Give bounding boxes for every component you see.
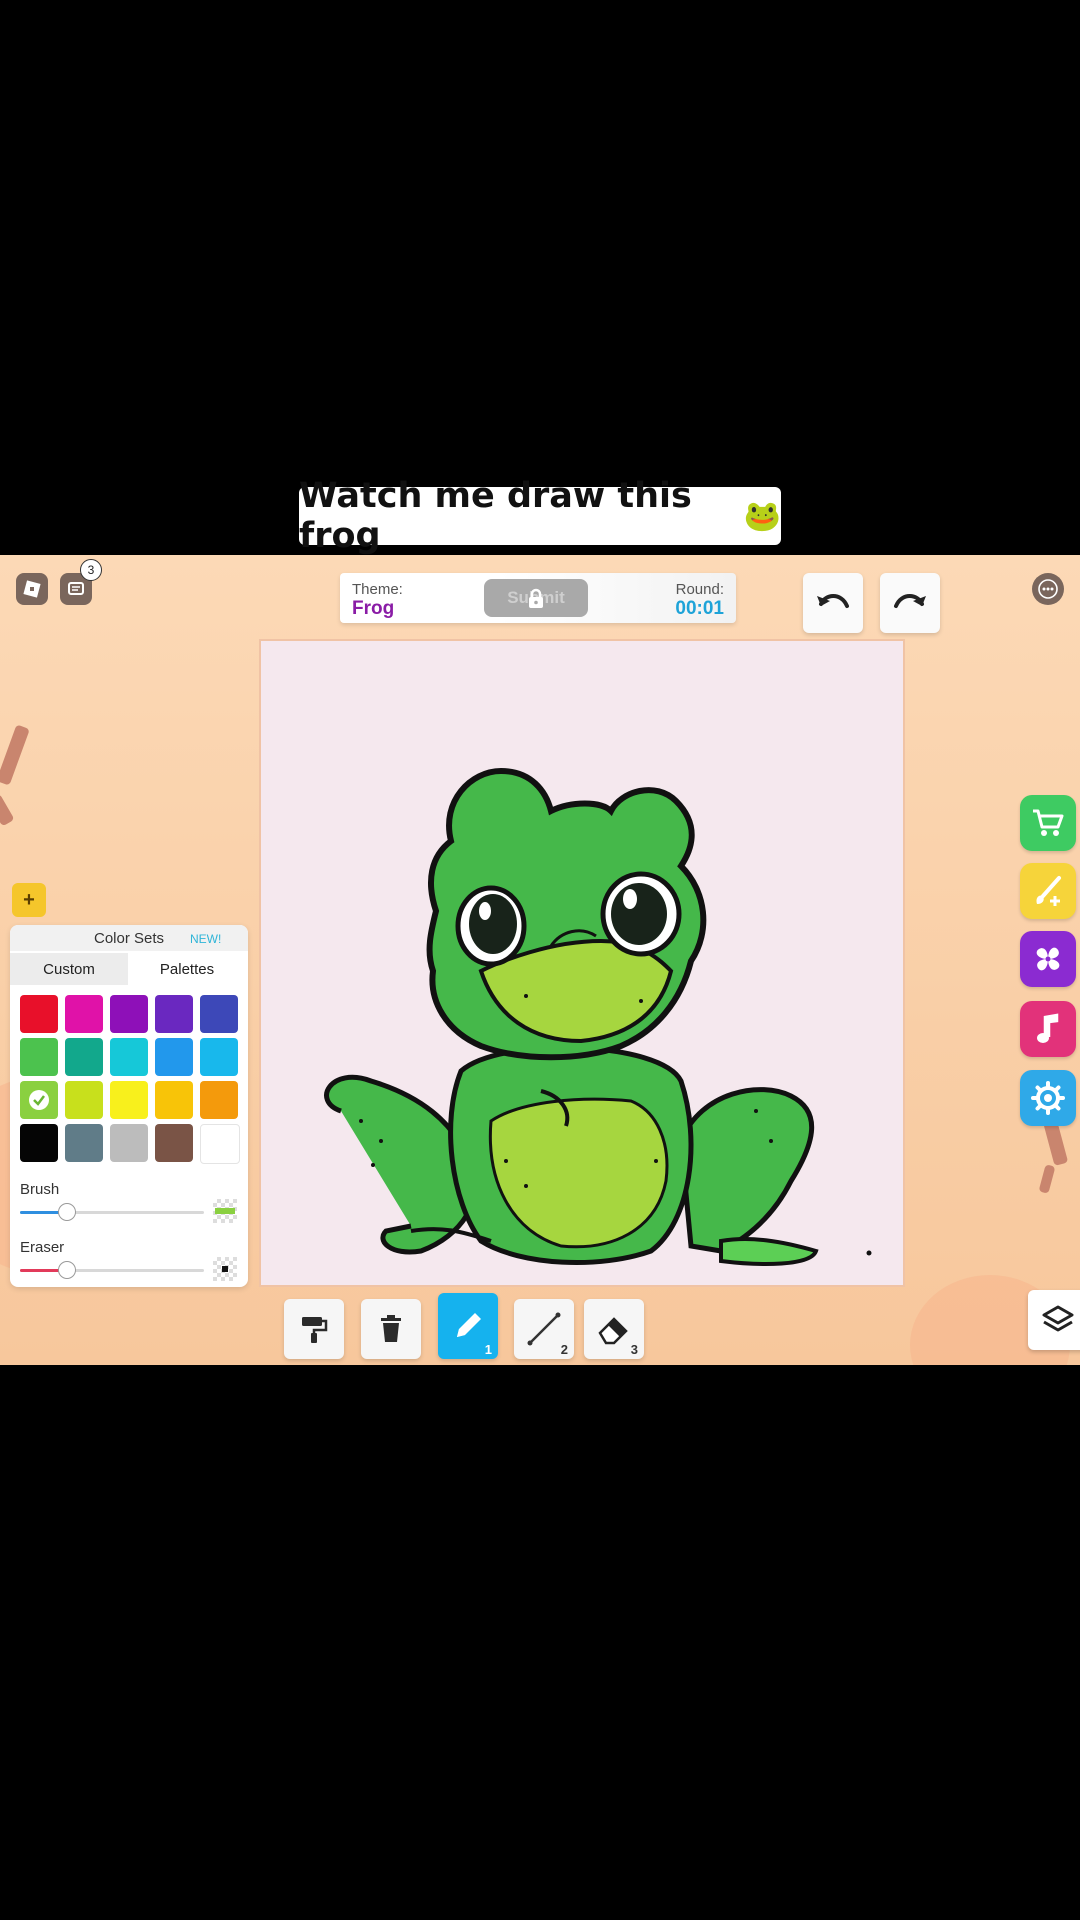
eraser-slider-handle[interactable] bbox=[58, 1261, 76, 1279]
color-swatch[interactable] bbox=[65, 1124, 103, 1162]
brush-slider[interactable] bbox=[20, 1203, 204, 1221]
line-tool-button[interactable]: 2 bbox=[514, 1299, 574, 1359]
pencil-icon bbox=[457, 1313, 481, 1337]
new-badge: NEW! bbox=[190, 932, 222, 946]
layers-icon bbox=[1042, 1305, 1074, 1332]
color-sets-header: Color Sets NEW! bbox=[10, 925, 248, 951]
color-swatch[interactable] bbox=[200, 1038, 238, 1076]
color-swatch[interactable] bbox=[155, 1124, 193, 1162]
color-swatch[interactable] bbox=[65, 1081, 103, 1119]
eraser-preview bbox=[213, 1257, 237, 1281]
line-shortcut: 2 bbox=[560, 1342, 568, 1357]
checkmark-icon bbox=[29, 1090, 49, 1110]
background-decoration bbox=[0, 793, 15, 827]
theme-value: Frog bbox=[352, 598, 395, 619]
shopping-cart-icon bbox=[1033, 809, 1064, 836]
color-swatch[interactable] bbox=[110, 1038, 148, 1076]
pinwheel-icon bbox=[1036, 947, 1060, 971]
music-note-icon bbox=[1037, 1013, 1059, 1043]
brush-preview-stroke bbox=[215, 1208, 235, 1214]
tab-custom[interactable]: Custom bbox=[10, 953, 128, 985]
color-swatch[interactable] bbox=[20, 1081, 58, 1119]
drawing-canvas[interactable] bbox=[259, 639, 905, 1287]
color-swatch[interactable] bbox=[200, 995, 238, 1033]
eraser-tool-button[interactable]: 3 bbox=[584, 1299, 644, 1359]
brush-label: Brush bbox=[20, 1181, 60, 1198]
roblox-menu-icon[interactable] bbox=[16, 573, 48, 605]
notification-badge: 3 bbox=[80, 559, 102, 581]
color-swatch[interactable] bbox=[155, 1038, 193, 1076]
gear-icon bbox=[1031, 1081, 1065, 1115]
theme-label: Theme: bbox=[352, 581, 403, 598]
paintbrush-plus-icon bbox=[1036, 876, 1061, 906]
submit-button[interactable]: Submit bbox=[484, 579, 588, 617]
brush-preview bbox=[213, 1199, 237, 1223]
brushes-button[interactable] bbox=[1020, 863, 1076, 919]
background-decoration bbox=[0, 724, 30, 786]
brush-slider-handle[interactable] bbox=[58, 1203, 76, 1221]
more-options-icon[interactable] bbox=[1032, 573, 1064, 605]
color-swatch[interactable] bbox=[20, 1124, 58, 1162]
color-swatch[interactable] bbox=[20, 995, 58, 1033]
background-decoration bbox=[1038, 1164, 1056, 1194]
tab-palettes[interactable]: Palettes bbox=[128, 953, 246, 985]
round-timer: 00:01 bbox=[675, 598, 724, 619]
caption-text: Watch me draw this frog bbox=[299, 476, 692, 556]
undo-icon bbox=[817, 594, 849, 608]
redo-button[interactable] bbox=[880, 573, 940, 633]
pencil-shortcut: 1 bbox=[484, 1342, 492, 1357]
layers-button[interactable] bbox=[1028, 1290, 1080, 1350]
eraser-slider[interactable] bbox=[20, 1261, 204, 1279]
settings-button[interactable] bbox=[1020, 1070, 1076, 1126]
add-color-button[interactable]: + bbox=[12, 883, 46, 917]
shop-button[interactable] bbox=[1020, 795, 1076, 851]
line-tool-icon bbox=[527, 1312, 561, 1346]
pinwheel-button[interactable] bbox=[1020, 931, 1076, 987]
color-panel: Color Sets NEW! Custom Palettes Brush Er… bbox=[10, 925, 248, 1287]
color-swatch[interactable] bbox=[65, 995, 103, 1033]
eraser-label: Eraser bbox=[20, 1239, 65, 1256]
video-caption: Watch me draw this frog 🐸 bbox=[299, 476, 781, 556]
redo-icon bbox=[894, 594, 926, 608]
eraser-icon bbox=[598, 1317, 628, 1345]
eraser-shortcut: 3 bbox=[630, 1342, 638, 1357]
color-swatch[interactable] bbox=[110, 1081, 148, 1119]
color-swatch[interactable] bbox=[65, 1038, 103, 1076]
fill-tool-button[interactable] bbox=[284, 1299, 344, 1359]
undo-button[interactable] bbox=[803, 573, 863, 633]
color-swatch[interactable] bbox=[20, 1038, 58, 1076]
color-sets-title: Color Sets bbox=[94, 930, 165, 947]
eraser-preview-dot bbox=[222, 1266, 228, 1272]
color-swatch[interactable] bbox=[110, 995, 148, 1033]
pencil-tool-button[interactable]: 1 bbox=[438, 1293, 498, 1359]
lock-icon bbox=[529, 588, 543, 608]
color-swatch[interactable] bbox=[200, 1124, 240, 1164]
frog-emoji-icon: 🐸 bbox=[743, 498, 781, 534]
paint-roller-icon bbox=[302, 1317, 328, 1343]
color-swatch[interactable] bbox=[155, 995, 193, 1033]
color-swatch[interactable] bbox=[200, 1081, 238, 1119]
color-swatch[interactable] bbox=[110, 1124, 148, 1162]
round-info-bar: Theme: Frog Submit Round: 00:01 bbox=[340, 573, 736, 623]
game-screen: 3 Theme: Frog Submit Round: 00:01 bbox=[0, 555, 1080, 1365]
round-label: Round: bbox=[675, 581, 724, 598]
trash-icon bbox=[381, 1315, 401, 1342]
color-swatch[interactable] bbox=[155, 1081, 193, 1119]
clear-canvas-button[interactable] bbox=[361, 1299, 421, 1359]
music-button[interactable] bbox=[1020, 1001, 1076, 1057]
frog-drawing bbox=[324, 767, 872, 1266]
